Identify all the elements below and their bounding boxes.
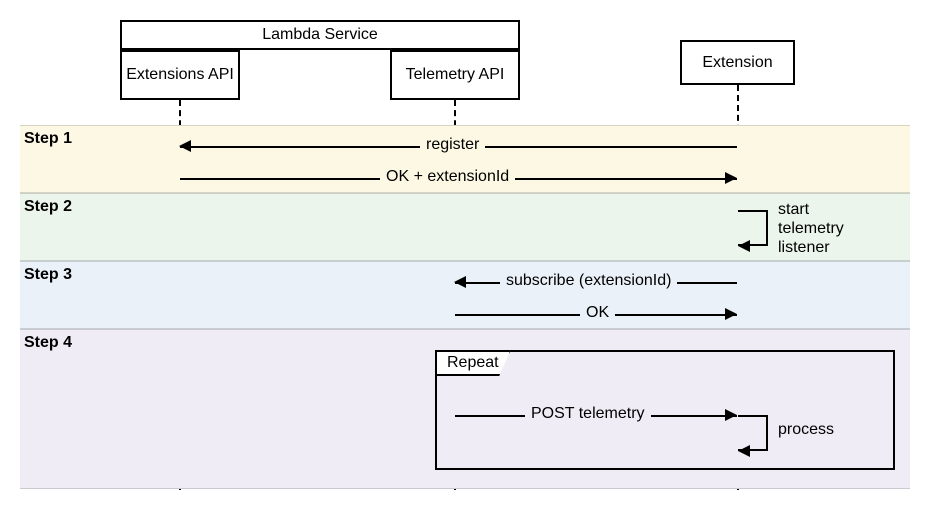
arrow-post-telemetry-label: POST telemetry — [525, 405, 651, 423]
step1-label: Step 1 — [24, 130, 72, 148]
step3-label: Step 3 — [24, 266, 72, 284]
arrow-ok-extid-label: OK + extensionId — [380, 168, 515, 186]
arrow-register-head — [179, 140, 191, 152]
repeat-label: Repeat — [447, 354, 499, 371]
step4-label: Step 4 — [24, 334, 72, 352]
lambda-service-label: Lambda Service — [262, 25, 378, 44]
arrow-ok-label: OK — [580, 304, 615, 322]
self-process-head — [738, 445, 750, 457]
step2-label: Step 2 — [24, 198, 72, 216]
extension-label: Extension — [702, 53, 772, 72]
extension-box: Extension — [680, 40, 795, 85]
arrow-ok-head — [725, 308, 737, 320]
arrow-subscribe-label: subscribe (extensionId) — [500, 272, 677, 290]
repeat-tab: Repeat — [435, 350, 511, 376]
arrow-ok-extid-head — [725, 172, 737, 184]
arrow-subscribe-head — [454, 276, 466, 288]
arrow-register-label: register — [420, 136, 485, 154]
self-process-label: process — [778, 420, 834, 439]
arrow-post-telemetry-head — [725, 409, 737, 421]
step2-band: Step 2 — [20, 193, 910, 261]
step3-band: Step 3 — [20, 261, 910, 329]
telemetry-api-label: Telemetry API — [406, 65, 505, 84]
self-start-listener-head — [738, 240, 750, 252]
self-start-listener-label: start telemetry listener — [778, 200, 858, 258]
sequence-diagram: Lambda Service Extensions API Telemetry … — [20, 20, 910, 510]
lambda-service-box: Lambda Service — [120, 20, 520, 50]
repeat-frame: Repeat — [435, 350, 895, 470]
extensions-api-box: Extensions API — [120, 50, 240, 100]
telemetry-api-box: Telemetry API — [390, 50, 520, 100]
extensions-api-label: Extensions API — [126, 65, 234, 84]
